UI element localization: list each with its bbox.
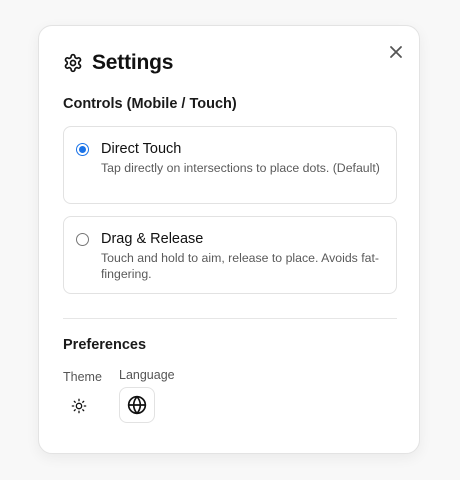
sun-icon [71, 398, 87, 414]
language-button[interactable] [119, 387, 155, 423]
option-description: Tap directly on intersections to place d… [101, 161, 380, 175]
drag-release-radio[interactable] [76, 233, 89, 246]
close-button[interactable] [386, 42, 406, 62]
language-label: Language [119, 368, 175, 382]
settings-dialog: Settings Controls (Mobile / Touch) Direc… [38, 25, 420, 454]
preferences-heading: Preferences [63, 337, 147, 353]
gear-icon [63, 53, 83, 73]
controls-heading: Controls (Mobile / Touch) [63, 96, 237, 112]
option-description: Touch and hold to aim, release to place.… [101, 251, 379, 281]
option-label: Direct Touch [101, 141, 182, 157]
close-icon [390, 46, 402, 58]
direct-touch-radio[interactable] [76, 143, 89, 156]
option-drag-release[interactable]: Drag & Release Touch and hold to aim, re… [63, 216, 397, 294]
section-divider [63, 318, 397, 319]
dialog-header: Settings [63, 51, 173, 75]
theme-label: Theme [63, 370, 102, 384]
theme-toggle-button[interactable] [68, 395, 90, 417]
option-direct-touch[interactable]: Direct Touch Tap directly on intersectio… [63, 126, 397, 204]
dialog-title: Settings [92, 51, 174, 74]
globe-icon [127, 395, 147, 415]
option-label: Drag & Release [101, 231, 204, 247]
